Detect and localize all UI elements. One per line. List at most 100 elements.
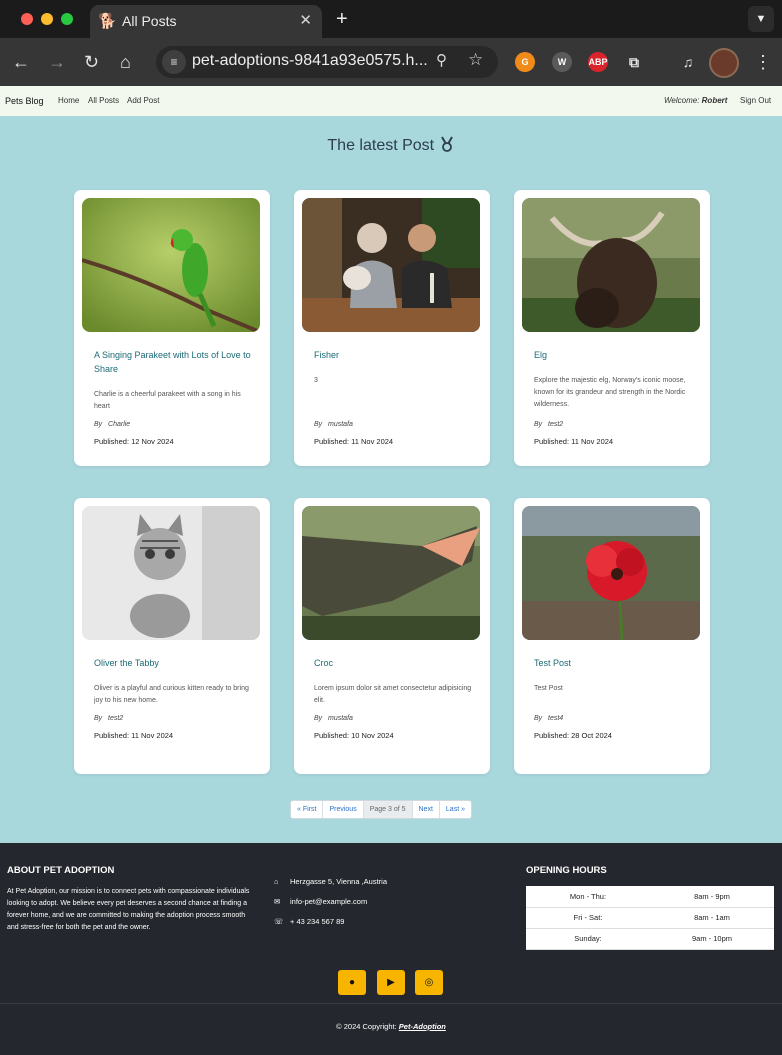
medal-icon — [440, 136, 453, 152]
post-author-prefix: By — [534, 421, 543, 428]
browser-menu-icon[interactable]: ⋮ — [754, 50, 772, 74]
media-control-icon[interactable]: ♫ — [678, 52, 698, 72]
post-description: Explore the majestic elg, Norway's iconi… — [534, 377, 686, 408]
post-author-prefix: By — [94, 715, 103, 722]
post-card[interactable]: Test Post Test Post By test4 Published: … — [514, 498, 710, 774]
pagination: « First Previous Page 3 of 5 Next Last » — [290, 800, 472, 819]
post-description: Lorem ipsum dolor sit amet consectetur a… — [314, 685, 472, 704]
post-image-kitten[interactable] — [82, 506, 260, 640]
copyright-link[interactable]: Pet-Adoption — [399, 1022, 446, 1031]
opening-hours-table: Mon - Thu: 8am - 9pm Fri - Sat: 8am - 1am … — [526, 886, 774, 950]
nav-link-home[interactable]: Home — [58, 96, 79, 105]
post-author: By test4 — [534, 715, 563, 722]
post-author: By Charlie — [94, 421, 130, 428]
profile-avatar[interactable] — [709, 48, 739, 78]
tab-search-chevron-icon[interactable]: ▼ — [748, 6, 774, 32]
nav-link-add-post[interactable]: Add Post — [127, 96, 159, 105]
post-author-name: Charlie — [108, 421, 131, 428]
post-published-date: Published: 11 Nov 2024 — [534, 437, 614, 446]
post-title[interactable]: Fisher — [314, 348, 474, 362]
grammarly-extension-icon[interactable]: G — [515, 52, 535, 72]
tab-close-icon[interactable]: ✕ — [299, 11, 312, 29]
dog-favicon-icon: 🐕 — [98, 13, 117, 30]
adblock-extension-icon[interactable]: ABP — [588, 52, 608, 72]
hours-time: 8am - 9pm — [650, 886, 774, 908]
post-image-crocodile[interactable] — [302, 506, 480, 640]
post-author-name: mustafa — [328, 715, 353, 722]
post-description: Test Post — [534, 685, 563, 692]
pagination-first[interactable]: « First — [291, 801, 324, 818]
post-title[interactable]: Elg — [534, 348, 694, 362]
back-arrow-icon[interactable]: ← — [12, 50, 30, 74]
minimize-window-button[interactable] — [41, 13, 53, 25]
page-title: The latest Post — [0, 136, 782, 155]
welcome-user: Robert — [701, 96, 728, 105]
hours-days: Mon - Thu: — [526, 886, 650, 908]
post-description: 3 — [314, 377, 318, 384]
site-footer: ABOUT PET ADOPTION At Pet Adoption, our … — [0, 843, 782, 1055]
post-author-prefix: By — [534, 715, 543, 722]
envelope-icon: ✉ — [274, 897, 281, 906]
bookmark-star-icon[interactable]: ☆ — [468, 50, 483, 70]
hours-days: Sunday: — [526, 928, 650, 950]
wave-extension-icon[interactable]: W — [552, 52, 572, 72]
about-text: At Pet Adoption, our mission is to conne… — [7, 888, 250, 931]
post-title[interactable]: A Singing Parakeet with Lots of Love to … — [94, 348, 254, 376]
site-brand[interactable]: Pets Blog — [5, 96, 44, 106]
forward-arrow-icon[interactable]: → — [48, 50, 66, 74]
post-author-prefix: By — [314, 715, 323, 722]
about-heading: ABOUT PET ADOPTION — [7, 865, 115, 876]
hours-row: Fri - Sat: 8am - 1am — [526, 907, 774, 929]
pagination-next[interactable]: Next — [413, 801, 440, 818]
hours-heading: OPENING HOURS — [526, 865, 607, 876]
post-card[interactable]: Croc Lorem ipsum dolor sit amet consecte… — [294, 498, 490, 774]
post-image-parakeet[interactable] — [82, 198, 260, 332]
post-published-date: Published: 11 Nov 2024 — [314, 437, 394, 446]
reload-icon[interactable]: ↻ — [84, 50, 99, 74]
post-card[interactable]: Oliver the Tabby Oliver is a playful and… — [74, 498, 270, 774]
post-author-name: mustafa — [328, 421, 353, 428]
post-image-red-flower[interactable] — [522, 506, 700, 640]
address-bar[interactable]: ≡ pet-adoptions-9841a93e0575.h... ⚲ ☆ — [156, 46, 498, 78]
hours-days: Fri - Sat: — [526, 907, 650, 929]
instagram-icon[interactable]: ◎ — [415, 970, 443, 995]
post-title[interactable]: Test Post — [534, 656, 694, 670]
post-description: Oliver is a playful and curious kitten r… — [94, 685, 249, 704]
post-title[interactable]: Oliver the Tabby — [94, 656, 254, 670]
extensions-puzzle-icon[interactable]: ⧉ — [624, 52, 644, 72]
site-settings-icon[interactable]: ≡ — [162, 50, 186, 74]
post-title[interactable]: Croc — [314, 656, 474, 670]
nav-link-all-posts[interactable]: All Posts — [88, 96, 119, 105]
page-title-text: The latest Post — [327, 137, 435, 154]
browser-tab-strip: 🐕 All Posts ✕ + ▼ — [0, 0, 782, 38]
pagination-last[interactable]: Last » — [440, 801, 471, 818]
close-window-button[interactable] — [21, 13, 33, 25]
hours-time: 8am - 1am — [650, 907, 774, 929]
facebook-icon[interactable]: ● — [338, 970, 366, 995]
post-card[interactable]: Elg Explore the majestic elg, Norway's i… — [514, 190, 710, 466]
phone-icon: ☏ — [274, 917, 284, 926]
pagination-current: Page 3 of 5 — [363, 801, 413, 818]
sign-out-link[interactable]: Sign Out — [740, 96, 771, 105]
browser-tab[interactable]: 🐕 All Posts ✕ — [90, 5, 322, 38]
contact-phone: ☏ + 43 234 567 89 — [274, 917, 344, 926]
post-card[interactable]: Fisher 3 By mustafa Published: 11 Nov 20… — [294, 190, 490, 466]
hours-row: Mon - Thu: 8am - 9pm — [526, 886, 774, 908]
post-description: Charlie is a cheerful parakeet with a so… — [94, 391, 241, 410]
url-text: pet-adoptions-9841a93e0575.h... — [192, 52, 428, 69]
post-image-people-with-dog[interactable] — [302, 198, 480, 332]
post-image-moose[interactable] — [522, 198, 700, 332]
tab-title: All Posts — [122, 13, 177, 29]
maximize-window-button[interactable] — [61, 13, 73, 25]
pagination-previous[interactable]: Previous — [323, 801, 364, 818]
post-published-date: Published: 28 Oct 2024 — [534, 731, 612, 740]
footer-divider — [0, 1003, 782, 1004]
youtube-icon[interactable]: ▶ — [377, 970, 405, 995]
post-card[interactable]: A Singing Parakeet with Lots of Love to … — [74, 190, 270, 466]
post-author: By mustafa — [314, 421, 353, 428]
new-tab-button[interactable]: + — [336, 8, 348, 31]
zoom-icon[interactable]: ⚲ — [436, 51, 447, 69]
post-published-date: Published: 10 Nov 2024 — [314, 731, 394, 740]
hours-time: 9am - 10pm — [650, 928, 774, 950]
home-icon[interactable]: ⌂ — [120, 50, 131, 74]
